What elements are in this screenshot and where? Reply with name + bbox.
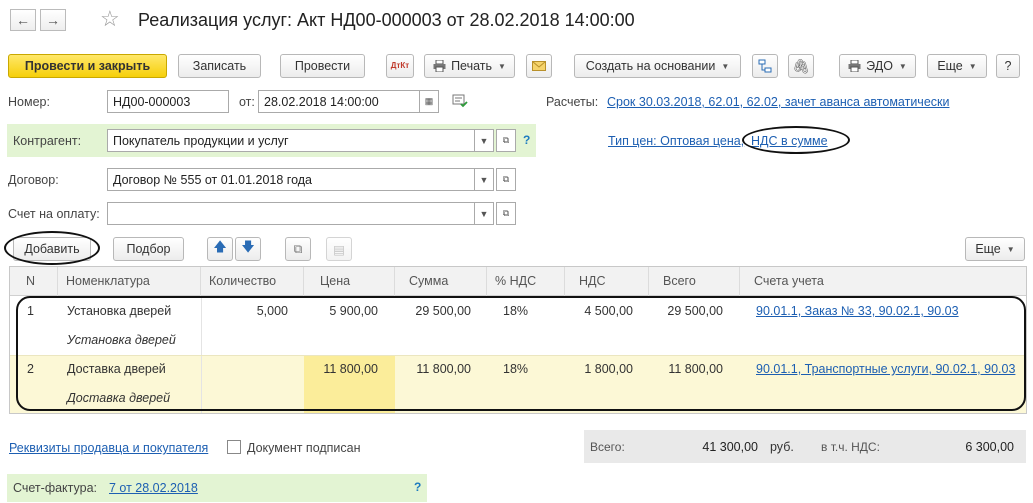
pick-button[interactable]: Подбор [113,237,184,261]
settlements-label: Расчеты: [546,95,599,109]
col-header-sum[interactable]: Сумма [395,267,487,296]
col-header-item[interactable]: Номенклатура [58,267,201,296]
total-label: Всего: [590,440,625,454]
open-icon: ⧉ [502,208,510,218]
tax-invoice-label: Счет-фактура: [13,481,98,495]
attach-button[interactable]: 🖇 [788,54,814,78]
help-button[interactable]: ? [996,54,1020,78]
status-icon[interactable] [452,94,468,111]
create-based-on-button[interactable]: Создать на основании ▼ [574,54,741,78]
chevron-down-icon: ▼ [479,174,489,185]
chevron-down-icon: ▼ [898,61,907,71]
dt-kt-icon: ДтКт [390,61,410,70]
chevron-down-icon: ▼ [498,61,506,71]
counterparty-dropdown[interactable]: ▼ [474,129,494,152]
chevron-down-icon: ▼ [1006,244,1015,254]
counterparty-label: Контрагент: [13,134,82,148]
edo-label: ЭДО [866,59,893,73]
tax-invoice-link[interactable]: 7 от 28.02.2018 [109,481,198,495]
col-header-accounts[interactable]: Счета учета [740,267,1026,296]
page-title: Реализация услуг: Акт НД00-000003 от 28.… [138,10,635,30]
back-button[interactable]: ← [10,9,36,31]
open-icon: ⧉ [502,174,510,184]
forward-button[interactable]: → [40,9,66,31]
envelope-icon [532,61,546,71]
number-label: Номер: [8,95,50,109]
date-label: от: [239,95,255,109]
vat-annotation-oval [742,126,850,154]
arrow-down-icon: 🡇 [241,239,255,254]
post-and-close-button[interactable]: Провести и закрыть [8,54,167,78]
col-header-total[interactable]: Всего [649,267,740,296]
move-down-button[interactable]: 🡇 [235,237,261,261]
dt-kt-button[interactable]: ДтКт [386,54,414,78]
price-type-link[interactable]: Тип цен: Оптовая цена, [608,134,744,148]
chevron-down-icon: ▼ [968,61,977,71]
col-header-vat[interactable]: НДС [565,267,649,296]
date-input[interactable]: 28.02.2018 14:00:00 [258,90,420,113]
chevron-down-icon: ▼ [479,208,489,219]
col-header-qty[interactable]: Количество [201,267,304,296]
copy-icon: ⧉ [293,241,303,256]
payment-invoice-label: Счет на оплату: [8,207,100,221]
vat-total-value: 6 300,00 [965,440,1014,454]
table-more-button[interactable]: Еще ▼ [965,237,1025,261]
counterparty-input[interactable]: Покупатель продукции и услуг [107,129,475,152]
calendar-button[interactable]: ▦ [419,90,439,113]
counterparty-help-icon[interactable]: ? [523,133,530,147]
favorite-star-icon[interactable]: ☆ [100,6,120,32]
col-header-n[interactable]: N [10,267,58,296]
settlements-link[interactable]: Срок 30.03.2018, 62.01, 62.02, зачет ава… [607,95,949,109]
chevron-down-icon: ▼ [479,135,489,146]
totals-panel: Всего: 41 300,00 руб. в т.ч. НДС: 6 300,… [584,430,1026,463]
chevron-down-icon: ▼ [721,61,730,71]
paste-icon: ▤ [333,242,345,257]
email-button[interactable] [526,54,552,78]
more-label: Еще [937,59,963,73]
add-annotation-oval [4,231,100,265]
save-button[interactable]: Записать [178,54,261,78]
structure-button[interactable] [752,54,778,78]
contract-open[interactable]: ⧉ [496,168,516,191]
printer-icon [433,60,446,72]
print-button[interactable]: Печать ▼ [424,54,515,78]
copy-row-button[interactable]: ⧉ [285,237,311,261]
table-more-label: Еще [975,242,1001,256]
requisites-link[interactable]: Реквизиты продавца и покупателя [9,441,208,455]
create-based-label: Создать на основании [585,59,716,73]
edo-button[interactable]: ЭДО ▼ [839,54,916,78]
edo-icon [848,60,861,72]
payment-invoice-dropdown[interactable]: ▼ [474,202,494,225]
back-arrow-icon: ← [16,12,30,28]
payment-invoice-input[interactable] [107,202,475,225]
invoice-help-icon[interactable]: ? [414,480,421,494]
print-label: Печать [451,59,493,73]
forward-arrow-icon: → [46,12,60,28]
contract-label: Договор: [8,173,59,187]
currency-label: руб. [770,440,794,454]
move-up-button[interactable]: 🡅 [207,237,233,261]
col-header-vat-rate[interactable]: % НДС [487,267,565,296]
vat-total-label: в т.ч. НДС: [821,440,880,454]
signed-checkbox[interactable] [227,440,241,454]
total-value: 41 300,00 [702,440,758,454]
open-icon: ⧉ [502,135,510,145]
hierarchy-icon [758,59,772,73]
paste-row-button[interactable]: ▤ [326,237,352,261]
contract-dropdown[interactable]: ▼ [474,168,494,191]
paperclip-icon: 🖇 [792,57,810,74]
number-input[interactable]: НД00-000003 [107,90,229,113]
contract-input[interactable]: Договор № 555 от 01.01.2018 года [107,168,475,191]
payment-invoice-open[interactable]: ⧉ [496,202,516,225]
rows-annotation-box [16,296,1026,411]
table-header: N Номенклатура Количество Цена Сумма % Н… [10,267,1026,296]
more-button[interactable]: Еще ▼ [927,54,987,78]
arrow-up-icon: 🡅 [213,239,227,254]
col-header-price[interactable]: Цена [304,267,395,296]
counterparty-open[interactable]: ⧉ [496,129,516,152]
calendar-icon: ▦ [424,96,434,106]
signed-label: Документ подписан [247,441,361,455]
post-button[interactable]: Провести [280,54,365,78]
